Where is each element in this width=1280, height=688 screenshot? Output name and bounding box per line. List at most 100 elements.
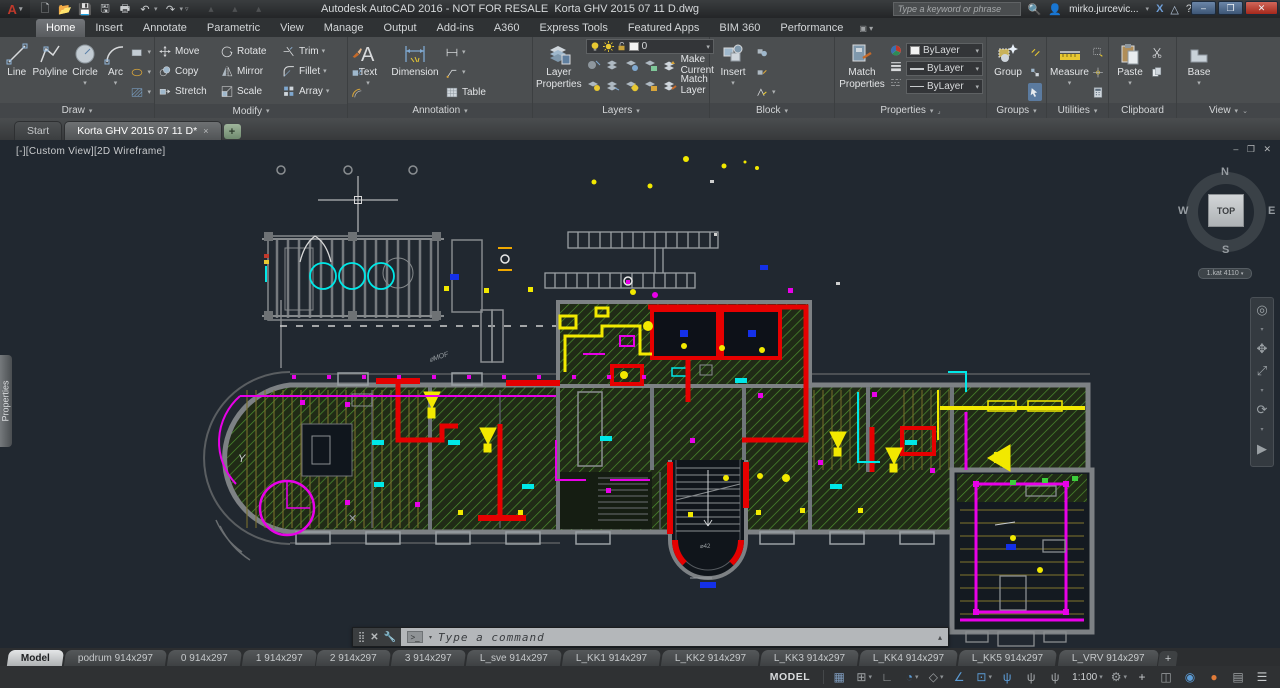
layer-on-bulb-icon[interactable]: [590, 41, 600, 52]
arc-button[interactable]: Arc ▾: [102, 39, 128, 87]
view-panel-label[interactable]: View ▾ ⌄: [1177, 103, 1280, 118]
ribbon-tab[interactable]: View: [270, 19, 314, 37]
signed-in-user[interactable]: mirko.jurcevic...: [1069, 4, 1138, 15]
insert-button[interactable]: Insert ▾: [713, 39, 753, 87]
annotation-monitor-plus-icon[interactable]: +: [1132, 668, 1154, 686]
utilities-panel-label[interactable]: Utilities ▾: [1047, 103, 1108, 118]
ellipse-tool-button[interactable]: ▾: [130, 63, 151, 81]
layer-unlock-button[interactable]: [643, 79, 658, 92]
viewcube-level-pill[interactable]: 1.kat 4110 ▾: [1198, 268, 1252, 279]
redo-icon[interactable]: ↷: [164, 3, 178, 16]
command-history-icon[interactable]: ▴: [938, 633, 942, 642]
ribbon-tab[interactable]: Annotate: [133, 19, 197, 37]
ribbon-tab[interactable]: Manage: [314, 19, 374, 37]
layout-tab[interactable]: L_KK4 914x297: [859, 650, 959, 666]
fillet-button[interactable]: Fillet ▾: [282, 62, 348, 80]
command-line[interactable]: ⣿ ✕ 🔧 >_ ▾ Type a command ▴: [352, 627, 949, 647]
units-interface-icon[interactable]: ◫: [1156, 668, 1178, 686]
viewcube-south[interactable]: S: [1222, 244, 1229, 256]
search-input[interactable]: Type a keyword or phrase: [892, 2, 1021, 16]
ribbon-tab[interactable]: Performance: [770, 19, 853, 37]
copy-button[interactable]: Copy: [158, 62, 220, 80]
trim-button[interactable]: Trim ▾: [282, 42, 348, 60]
match-properties-button[interactable]: Match Properties: [838, 39, 886, 90]
stretch-button[interactable]: Stretch: [158, 82, 220, 100]
ribbon-tab[interactable]: Parametric: [197, 19, 270, 37]
showmotion-icon[interactable]: ▶: [1257, 442, 1267, 455]
layers-panel-label[interactable]: Layers ▾: [533, 103, 709, 118]
workspace-gear-icon[interactable]: ⚙ ▾: [1108, 668, 1130, 686]
groups-panel-label[interactable]: Groups ▾: [987, 103, 1046, 118]
draw-panel-label[interactable]: Draw ▾: [0, 103, 154, 118]
command-line-grip[interactable]: ⣿ ✕ 🔧: [353, 628, 401, 646]
properties-palette-tab[interactable]: Properties: [0, 355, 12, 447]
a360-icon[interactable]: △: [1170, 3, 1178, 16]
scale-button[interactable]: Scale: [220, 82, 282, 100]
leader-button[interactable]: ▾: [445, 63, 486, 81]
ungroup-button[interactable]: [1028, 43, 1042, 61]
ribbon-state-chevron-icon[interactable]: ▣ ▾: [859, 24, 873, 37]
isodraft-icon[interactable]: ◇ ▾: [925, 668, 947, 686]
clean-screen-icon[interactable]: ▤: [1228, 668, 1250, 686]
lineweight-icon[interactable]: [889, 60, 903, 73]
user-avatar-icon[interactable]: 👤: [1048, 3, 1062, 16]
saveas-icon[interactable]: 🖫: [98, 3, 112, 16]
properties-dialog-launcher-icon[interactable]: ⌟: [937, 107, 940, 115]
ribbon-tab[interactable]: Insert: [85, 19, 133, 37]
new-drawing-tab-button[interactable]: +: [223, 124, 241, 139]
orbit-icon[interactable]: ⟳: [1257, 403, 1268, 416]
viewcube[interactable]: N S W E TOP: [1178, 166, 1275, 256]
quick-select-button[interactable]: [1091, 43, 1105, 61]
file-tab-start[interactable]: Start: [14, 121, 63, 140]
layout-tab[interactable]: L_KK1 914x297: [561, 650, 661, 666]
annotation-visibility-icon[interactable]: ψ: [997, 668, 1019, 686]
move-button[interactable]: Move: [158, 42, 220, 60]
layer-lock-button[interactable]: [643, 59, 658, 72]
open-folder-icon[interactable]: 📂: [58, 3, 72, 16]
file-tab-close-icon[interactable]: ×: [203, 126, 208, 136]
snap-icon[interactable]: ⊞ ▾: [853, 668, 875, 686]
layout-tab[interactable]: L_KK3 914x297: [759, 650, 860, 666]
id-point-button[interactable]: [1091, 63, 1105, 81]
qat-customize-icon[interactable]: ▿: [185, 5, 189, 13]
make-current-icon[interactable]: [662, 59, 677, 72]
layout-tab[interactable]: 2 914x297: [316, 650, 392, 666]
measure-button[interactable]: Measure ▾: [1050, 39, 1089, 87]
make-current-button[interactable]: Make Current: [681, 54, 714, 76]
layout-tab[interactable]: L_KK2 914x297: [660, 650, 761, 666]
ribbon-tab[interactable]: A360: [484, 19, 530, 37]
command-close-icon[interactable]: ✕: [370, 632, 378, 643]
text-button[interactable]: A Text ▾: [351, 39, 385, 87]
steering-wheel-icon[interactable]: ◎: [1256, 303, 1267, 316]
layer-lock-icon[interactable]: [617, 41, 626, 52]
layer-properties-button[interactable]: Layer Properties: [536, 39, 582, 90]
grid-icon[interactable]: ▦: [829, 668, 851, 686]
layout-tab[interactable]: L_sve 914x297: [465, 650, 562, 666]
line-button[interactable]: Line: [3, 39, 31, 78]
exchange-apps-icon[interactable]: X: [1156, 3, 1163, 15]
linear-dimension-button[interactable]: ▾: [445, 43, 486, 61]
model-space-button[interactable]: MODEL: [762, 671, 818, 683]
layer-color-swatch[interactable]: [628, 42, 639, 51]
ortho-icon[interactable]: ∟: [877, 668, 899, 686]
polyline-button[interactable]: Polyline: [33, 39, 68, 78]
plot-icon[interactable]: 🖶: [118, 3, 132, 16]
table-button[interactable]: Table: [445, 83, 486, 101]
create-block-button[interactable]: [755, 43, 776, 61]
quick-calc-button[interactable]: [1091, 83, 1105, 101]
modify-panel-label[interactable]: Modify ▾: [155, 104, 347, 118]
copy-clip-button[interactable]: [1150, 63, 1164, 81]
cut-button[interactable]: [1150, 43, 1164, 61]
annotation-panel-label[interactable]: Annotation ▾: [348, 103, 532, 118]
graphics-performance-icon[interactable]: ◉: [1180, 668, 1202, 686]
customize-menu-icon[interactable]: ☰: [1252, 668, 1274, 686]
linetype-select[interactable]: ByLayer ▾: [906, 79, 983, 94]
group-selection-toggle[interactable]: [1028, 83, 1042, 101]
redo-chevron-icon[interactable]: ▾: [180, 5, 184, 13]
ribbon-tab[interactable]: Output: [374, 19, 427, 37]
properties-panel-label[interactable]: Properties ▾ ⌟: [835, 103, 986, 118]
ribbon-tab[interactable]: BIM 360: [709, 19, 770, 37]
match-layer-button[interactable]: Match Layer: [681, 74, 714, 96]
lineweight-select[interactable]: ByLayer ▾: [906, 61, 983, 76]
new-file-icon[interactable]: 🗋: [38, 3, 52, 16]
